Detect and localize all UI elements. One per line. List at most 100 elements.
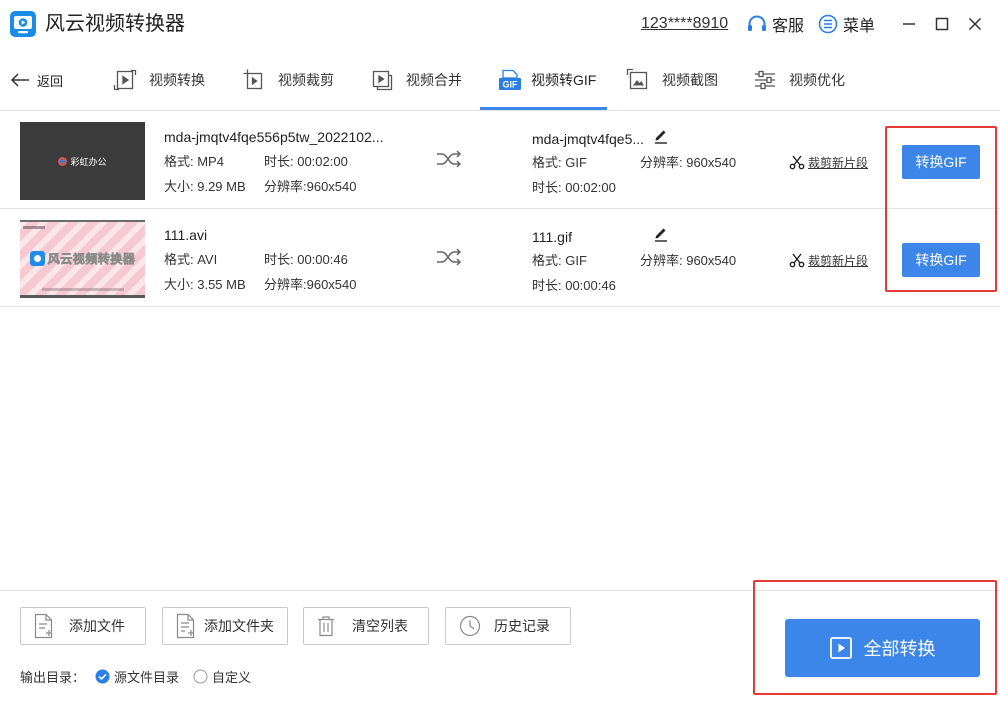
scissors-icon (789, 154, 805, 170)
support-label: 客服 (772, 18, 805, 35)
crop-segment-link[interactable]: 裁剪新片段 (789, 251, 868, 269)
output-directory: 输出目录： 源文件目录 自定义 (20, 667, 251, 685)
gif-badge: GIF (503, 80, 519, 90)
add-folder-label: 添加文件夹 (204, 618, 274, 634)
tab-label: 视频截图 (662, 72, 718, 88)
back-button[interactable]: 返回 (10, 70, 63, 90)
convert-gif-button[interactable]: 转换GIF (902, 243, 980, 277)
source-resolution: 分辨率:960x540 (264, 277, 357, 292)
app-logo-icon (10, 11, 36, 37)
function-nav: 返回 视频转换 视频裁剪 视频合并 GIF 视频转GIF 视频截图 视频优化 (0, 50, 1000, 111)
play-icon (829, 637, 852, 659)
file-row[interactable]: 彩虹办公 mda-jmqtv4fqe556p5tw_2022102... 格式:… (0, 111, 1000, 209)
convert-arrow-icon (436, 248, 462, 266)
tab-label: 视频转GIF (531, 72, 597, 88)
title-bar: 风云视频转换器 123****8910 客服 菜单 (0, 0, 1000, 50)
radio-checked-icon (95, 669, 110, 684)
output-format: 格式: GIF (532, 155, 587, 170)
add-folder-icon (176, 613, 196, 639)
maximize-icon[interactable] (935, 17, 949, 31)
support-button[interactable]: 客服 (746, 13, 804, 35)
convert-gif-button[interactable]: 转换GIF (902, 145, 980, 179)
rename-pencil-icon[interactable] (654, 226, 668, 242)
crop-segment-label: 裁剪新片段 (808, 155, 869, 170)
clear-list-button[interactable]: 清空列表 (303, 607, 429, 645)
trash-icon (317, 615, 335, 637)
tab-video-to-gif[interactable]: GIF 视频转GIF (498, 68, 596, 92)
output-file-name: mda-jmqtv4fqe5... (532, 131, 645, 147)
account-link[interactable]: 123****8910 (641, 14, 728, 34)
rename-pencil-icon[interactable] (654, 128, 668, 144)
radio-label: 自定义 (212, 669, 252, 685)
source-format: 格式: AVI (164, 252, 218, 267)
tab-label: 视频合并 (406, 72, 462, 88)
thumbnail-decoration (42, 288, 124, 291)
video-screenshot-icon (626, 68, 650, 92)
video-thumbnail[interactable]: 彩虹办公 (20, 122, 145, 200)
add-file-button[interactable]: 添加文件 (20, 607, 146, 645)
crop-segment-link[interactable]: 裁剪新片段 (789, 153, 868, 171)
menu-button[interactable]: 菜单 (818, 13, 875, 35)
video-crop-icon (242, 68, 266, 92)
radio-custom-directory[interactable]: 自定义 (193, 667, 251, 686)
convert-arrow-icon (436, 150, 462, 168)
bottom-panel: 添加文件 添加文件夹 清空列表 历史记录 输出目录： 源文件目录 自定义 全部转… (0, 590, 1000, 703)
video-thumbnail[interactable]: 风云视频转换器 (20, 220, 145, 298)
radio-label: 源文件目录 (114, 669, 180, 685)
source-resolution: 分辨率:960x540 (264, 179, 357, 194)
minimize-icon[interactable] (902, 17, 916, 31)
source-file-name: 111.avi (164, 227, 208, 243)
output-directory-label: 输出目录： (20, 669, 86, 685)
output-resolution: 分辨率: 960x540 (640, 155, 737, 170)
convert-all-label: 全部转换 (863, 639, 936, 659)
add-folder-button[interactable]: 添加文件夹 (162, 607, 288, 645)
crop-segment-label: 裁剪新片段 (808, 253, 869, 268)
video-merge-icon (370, 68, 394, 92)
tab-label: 视频裁剪 (278, 72, 334, 88)
clock-icon (459, 615, 481, 637)
history-label: 历史记录 (494, 618, 550, 634)
scissors-icon (789, 252, 805, 268)
file-row[interactable]: 风云视频转换器 111.avi 格式: AVI 时长: 00:00:46 大小:… (0, 209, 1000, 307)
tab-video-convert[interactable]: 视频转换 (113, 68, 205, 92)
headset-icon (746, 13, 768, 35)
source-format: 格式: MP4 (164, 154, 224, 169)
output-format: 格式: GIF (532, 253, 587, 268)
source-size: 大小: 9.29 MB (164, 179, 246, 194)
tab-label: 视频优化 (789, 72, 845, 88)
clear-list-label: 清空列表 (352, 618, 408, 634)
radio-source-directory[interactable]: 源文件目录 (95, 667, 179, 686)
thumbnail-caption: 风云视频转换器 (47, 252, 136, 267)
tab-video-crop[interactable]: 视频裁剪 (242, 68, 334, 92)
tab-label: 视频转换 (149, 72, 205, 88)
output-duration: 时长: 00:00:46 (532, 278, 616, 293)
video-to-gif-icon: GIF (498, 68, 522, 92)
tab-video-merge[interactable]: 视频合并 (370, 68, 462, 92)
source-duration: 时长: 00:02:00 (264, 154, 348, 169)
back-arrow-icon (10, 73, 30, 87)
output-duration: 时长: 00:02:00 (532, 180, 616, 195)
active-tab-indicator (480, 107, 607, 110)
history-button[interactable]: 历史记录 (445, 607, 571, 645)
app-window: 风云视频转换器 123****8910 客服 菜单 返回 视频转换 视频裁剪 视… (0, 0, 1000, 703)
rainbow-office-logo-icon (58, 156, 68, 166)
source-size: 大小: 3.55 MB (164, 277, 246, 292)
source-duration: 时长: 00:00:46 (264, 252, 348, 267)
add-file-label: 添加文件 (69, 618, 125, 634)
thumbnail-decoration (23, 226, 45, 229)
menu-icon (818, 14, 838, 34)
video-optimize-icon (753, 68, 777, 92)
menu-label: 菜单 (843, 18, 876, 35)
source-file-name: mda-jmqtv4fqe556p5tw_2022102... (164, 129, 384, 145)
close-icon[interactable] (968, 17, 982, 31)
tab-video-screenshot[interactable]: 视频截图 (626, 68, 718, 92)
convert-all-button[interactable]: 全部转换 (785, 619, 980, 677)
thumbnail-caption: 彩虹办公 (70, 156, 107, 167)
video-convert-icon (113, 68, 137, 92)
tab-video-optimize[interactable]: 视频优化 (753, 68, 845, 92)
back-label: 返回 (37, 73, 64, 89)
fengyun-logo-icon (29, 251, 45, 266)
add-file-icon (34, 613, 54, 639)
app-title: 风云视频转换器 (45, 13, 185, 35)
output-resolution: 分辨率: 960x540 (640, 253, 737, 268)
